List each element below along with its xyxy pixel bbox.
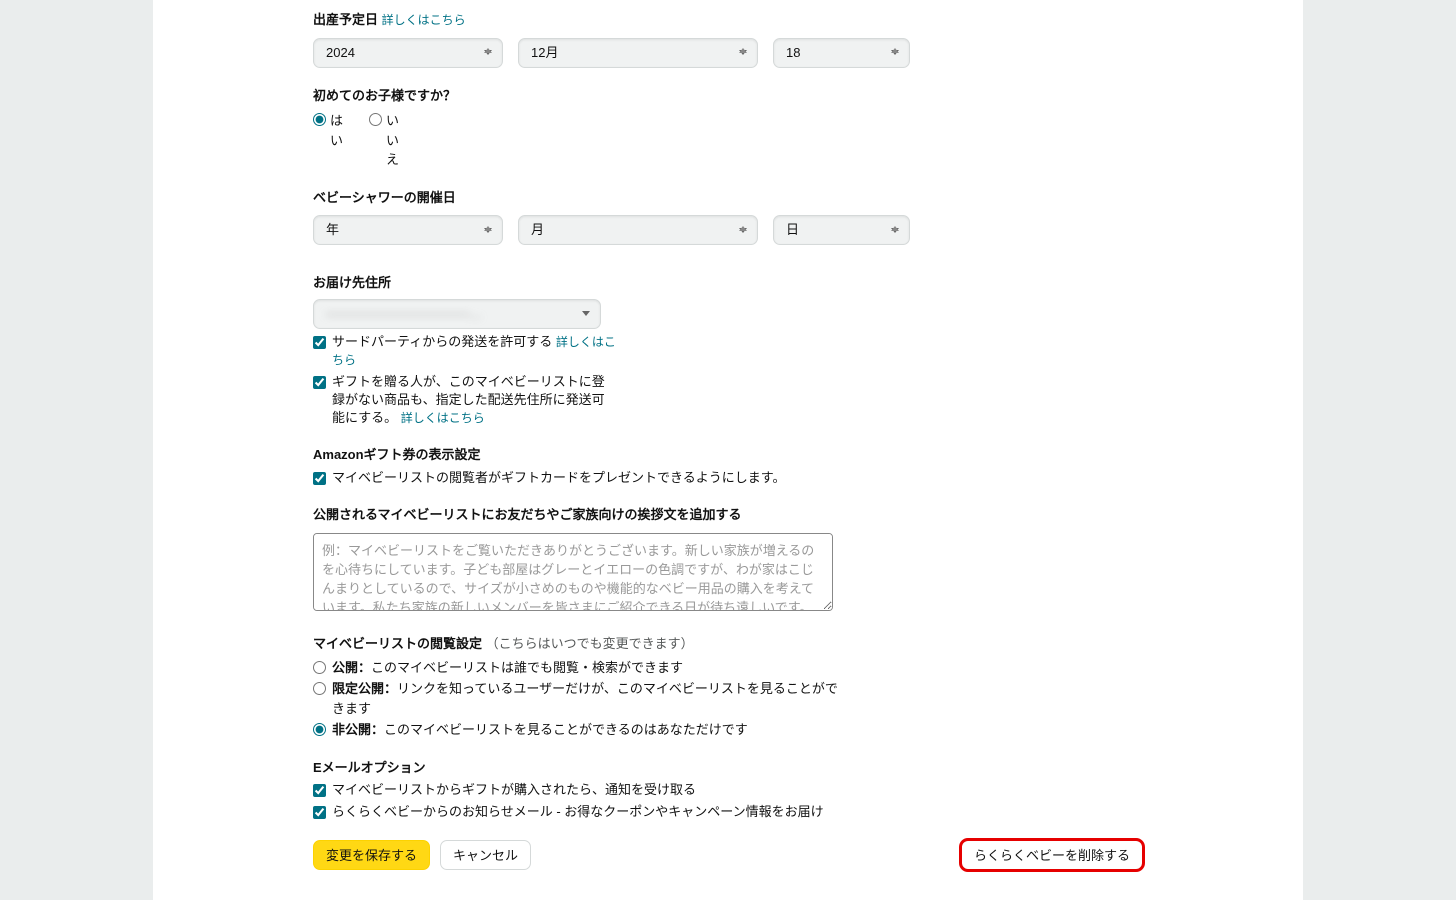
due-day-select[interactable]: 18	[773, 38, 910, 68]
shower-day-value: 日	[786, 220, 799, 240]
first-child-yes-label: はい	[330, 111, 349, 150]
chevron-updown-icon	[891, 228, 899, 233]
visibility-limited-radio[interactable]	[313, 682, 326, 695]
shower-year-value: 年	[326, 220, 339, 240]
shower-month-select[interactable]: 月	[518, 215, 758, 245]
visibility-limited-bold: 限定公開：	[332, 681, 397, 696]
third-party-checkbox-row: サードパーティからの発送を許可する 詳しくはこちら	[313, 333, 1143, 369]
gift-card-label: Amazonギフト券の表示設定	[313, 447, 481, 462]
first-child-no-radio[interactable]	[369, 113, 382, 126]
first-child-section: 初めてのお子様ですか？ はい いいえ	[313, 86, 1143, 170]
chevron-updown-icon	[484, 50, 492, 55]
first-child-no-label: いいえ	[386, 111, 405, 170]
visibility-private-text: このマイベビーリストを見ることができるのはあなただけです	[384, 722, 748, 737]
chevron-updown-icon	[739, 50, 747, 55]
due-day-value: 18	[786, 43, 800, 63]
due-date-more-link[interactable]: 詳しくはこちら	[382, 13, 466, 27]
notify-purchase-checkbox[interactable]	[313, 784, 326, 797]
greeting-textarea[interactable]	[313, 533, 833, 611]
chevron-updown-icon	[739, 228, 747, 233]
gift-sender-checkbox-row: ギフトを贈る人が、このマイベビーリストに登録がない商品も、指定した配送先住所に発…	[313, 373, 1143, 428]
baby-shower-section: ベビーシャワーの開催日 年 月 日	[313, 188, 1143, 246]
delete-button[interactable]: らくらくベビーを削除する	[961, 840, 1143, 870]
first-child-no[interactable]: いいえ	[369, 111, 405, 170]
shipping-address-label: お届け先住所	[313, 275, 391, 290]
shower-month-value: 月	[531, 220, 544, 240]
notify-purchase-label: マイベビーリストからギフトが購入されたら、通知を受け取る	[332, 781, 696, 799]
due-year-select[interactable]: 2024	[313, 38, 503, 68]
visibility-public-bold: 公開：	[332, 660, 371, 675]
gift-card-option-label: マイベビーリストの閲覧者がギフトカードをプレゼントできるようにします。	[332, 469, 785, 487]
visibility-public-radio[interactable]	[313, 661, 326, 674]
email-options-label: Eメールオプション	[313, 760, 426, 775]
newsletter-checkbox[interactable]	[313, 806, 326, 819]
cancel-button[interactable]: キャンセル	[440, 840, 531, 870]
greeting-section: 公開されるマイベビーリストにお友だちやご家族向けの挨拶文を追加する	[313, 505, 1143, 616]
visibility-private-bold: 非公開：	[332, 722, 384, 737]
third-party-label: サードパーティからの発送を許可する	[332, 334, 552, 349]
chevron-updown-icon	[891, 50, 899, 55]
gift-card-checkbox[interactable]	[313, 472, 326, 485]
first-child-yes-radio[interactable]	[313, 113, 326, 126]
due-date-section: 出産予定日 詳しくはこちら 2024 12月 18	[313, 10, 1143, 68]
baby-shower-label: ベビーシャワーの開催日	[313, 190, 456, 205]
visibility-limited-text: リンクを知っているユーザーだけが、このマイベビーリストを見ることができます	[332, 681, 838, 716]
shower-year-select[interactable]: 年	[313, 215, 503, 245]
visibility-note: （こちらはいつでも変更できます）	[486, 636, 694, 651]
chevron-down-icon	[582, 311, 590, 316]
visibility-section: マイベビーリストの閲覧設定 （こちらはいつでも変更できます） 公開：このマイベビ…	[313, 634, 1143, 740]
gift-sender-more-link[interactable]: 詳しくはこちら	[401, 411, 485, 425]
newsletter-label: らくらくベビーからのお知らせメール - お得なクーポンやキャンペーン情報をお届け	[332, 803, 824, 821]
gift-card-checkbox-row: マイベビーリストの閲覧者がギフトカードをプレゼントできるようにします。	[313, 469, 1143, 487]
address-select[interactable]: ———————————…	[313, 299, 601, 329]
first-child-label: 初めてのお子様ですか？	[313, 88, 456, 103]
shipping-address-section: お届け先住所 ———————————… サードパーティからの発送を許可する 詳し…	[313, 273, 1143, 427]
visibility-label: マイベビーリストの閲覧設定	[313, 636, 482, 651]
save-button[interactable]: 変更を保存する	[313, 840, 430, 870]
chevron-updown-icon	[484, 228, 492, 233]
notify-purchase-row: マイベビーリストからギフトが購入されたら、通知を受け取る	[313, 781, 1143, 799]
due-date-label: 出産予定日	[313, 12, 378, 27]
visibility-public-text: このマイベビーリストは誰でも閲覧・検索ができます	[371, 660, 683, 675]
third-party-checkbox[interactable]	[313, 336, 326, 349]
newsletter-row: らくらくベビーからのお知らせメール - お得なクーポンやキャンペーン情報をお届け	[313, 803, 1143, 821]
due-month-value: 12月	[531, 43, 558, 63]
button-row: 変更を保存する キャンセル らくらくベビーを削除する	[153, 840, 1303, 870]
shower-day-select[interactable]: 日	[773, 215, 910, 245]
due-year-value: 2024	[326, 43, 355, 63]
email-options-section: Eメールオプション マイベビーリストからギフトが購入されたら、通知を受け取る ら…	[313, 758, 1143, 822]
visibility-private-radio[interactable]	[313, 723, 326, 736]
greeting-label: 公開されるマイベビーリストにお友だちやご家族向けの挨拶文を追加する	[313, 507, 741, 522]
gift-sender-checkbox[interactable]	[313, 376, 326, 389]
due-month-select[interactable]: 12月	[518, 38, 758, 68]
address-value: ———————————…	[326, 304, 482, 324]
first-child-yes[interactable]: はい	[313, 111, 349, 170]
gift-card-section: Amazonギフト券の表示設定 マイベビーリストの閲覧者がギフトカードをプレゼン…	[313, 445, 1143, 487]
